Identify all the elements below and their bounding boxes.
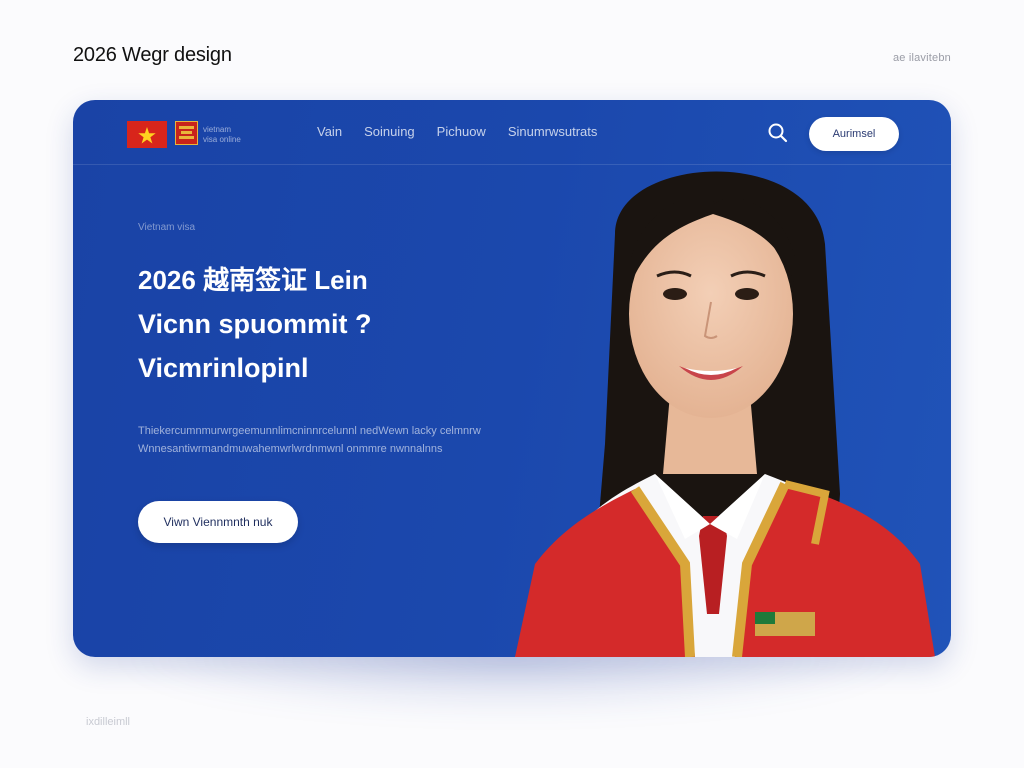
hero-description: Thiekercumnmurwrgeemunnlimcninnrcelunnl … [138, 425, 481, 455]
bottom-left-label: ixdilleimll [86, 716, 131, 728]
emblem-icon [175, 121, 198, 145]
portrait-image [485, 144, 951, 657]
brand-text: vietnam visa online [203, 125, 241, 145]
nav-link-4[interactable]: Sinumrwsutrats [508, 124, 598, 139]
nav-link-2[interactable]: Soinuing [364, 124, 415, 139]
brand-line-2: visa online [203, 135, 241, 144]
page-title: 2026 Wegr design [73, 44, 232, 66]
nav-link-3[interactable]: Pichuow [437, 124, 486, 139]
top-right-label: ae ilavitebn [892, 52, 951, 64]
hero-eyebrow: Vietnam visa [138, 222, 196, 233]
hero-line-1: 2026 越南签证 Lein [138, 265, 368, 295]
search-icon[interactable] [767, 122, 789, 144]
brand-line-1: vietnam [203, 125, 232, 134]
nav-links: Vain Soinuing Pichuow Sinumrwsutrats [317, 124, 597, 139]
nav-link-1[interactable]: Vain [317, 124, 342, 139]
hero-cta-button[interactable]: Viwn Viennmnth nuk [138, 501, 298, 543]
hero-line-2: Vicnn spuommit ? [138, 309, 372, 339]
hero-heading: 2026 越南签证 Lein Vicnn spuommit ? Vicmrinl… [138, 258, 538, 390]
hero-card: vietnam visa online Vain Soinuing Pichuo… [73, 100, 951, 657]
vietnam-flag-icon [127, 121, 167, 148]
hero-line-3: Vicmrinlopinl [138, 353, 309, 383]
